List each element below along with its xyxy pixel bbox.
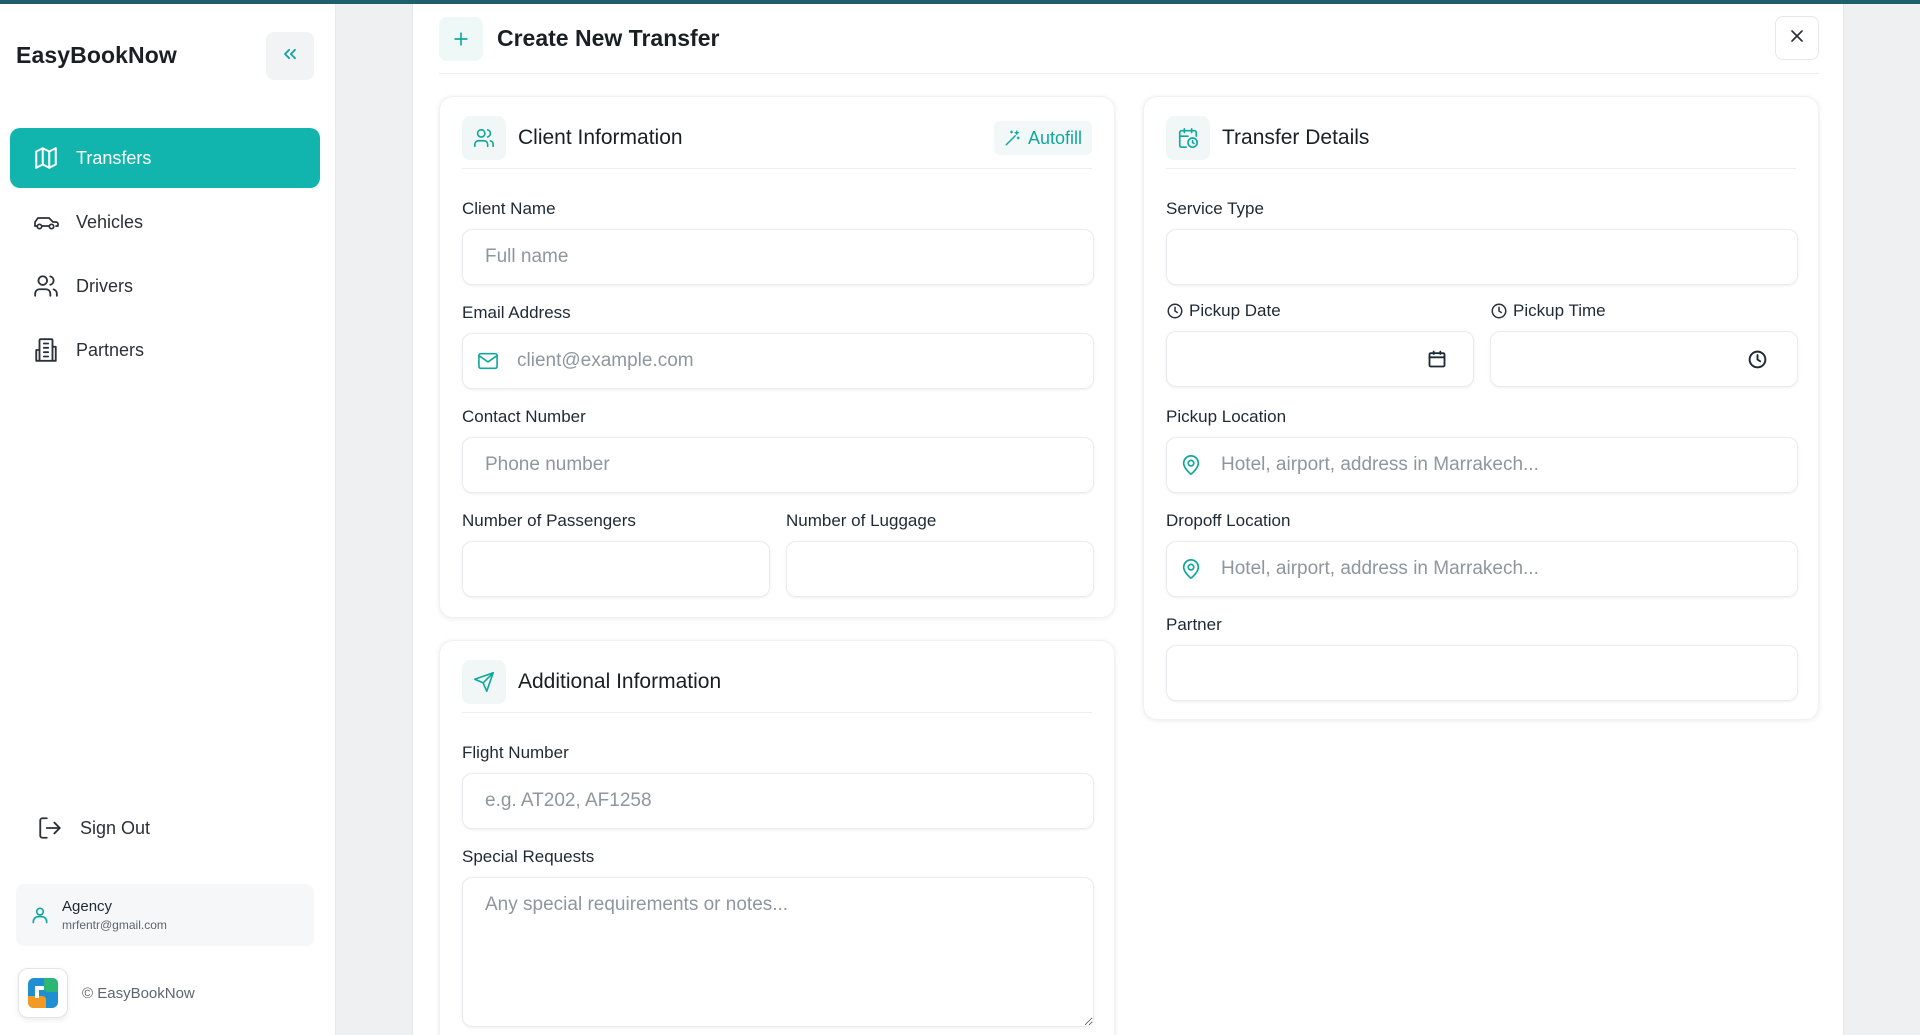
sidebar-item-label: Drivers xyxy=(76,275,133,296)
close-icon xyxy=(1787,26,1807,51)
users-icon xyxy=(462,115,506,160)
map-icon xyxy=(32,144,60,172)
partner-label: Partner xyxy=(1166,615,1222,634)
service-type-label: Service Type xyxy=(1166,199,1264,218)
special-requests-label: Special Requests xyxy=(462,847,595,866)
mail-icon xyxy=(477,351,499,371)
email-label: Email Address xyxy=(462,303,571,322)
map-pin-icon xyxy=(1180,453,1202,477)
modal-title: Create New Transfer xyxy=(497,25,720,51)
card-title: Transfer Details xyxy=(1222,125,1370,149)
additional-information-card: Additional Information Flight Number Spe… xyxy=(439,640,1115,1035)
sign-out-button[interactable]: Sign Out xyxy=(36,814,150,842)
passengers-label: Number of Passengers xyxy=(462,511,636,530)
sidebar-footer: © EasyBookNow xyxy=(18,968,195,1018)
client-information-card: Client Information Autofill Client Name … xyxy=(439,96,1115,618)
card-header: Client Information Autofill xyxy=(462,115,1092,169)
brand-name: EasyBookNow xyxy=(16,42,177,68)
service-type-select[interactable] xyxy=(1166,229,1798,285)
pickup-date-label: Pickup Date xyxy=(1166,301,1281,321)
transfer-details-card: Transfer Details Service Type Pickup Dat… xyxy=(1143,96,1819,720)
passengers-input[interactable] xyxy=(462,541,770,597)
sidebar: EasyBookNow Transfers Vehicles Drivers P… xyxy=(0,4,336,1035)
card-header: Transfer Details xyxy=(1166,115,1796,169)
luggage-input[interactable] xyxy=(786,541,1094,597)
sidebar-nav: Transfers Vehicles Drivers Partners xyxy=(10,128,320,384)
luggage-label: Number of Luggage xyxy=(786,511,937,530)
autofill-label: Autofill xyxy=(1027,127,1082,148)
pickup-time-label-text: Pickup Time xyxy=(1513,301,1606,320)
calendar-clock-icon xyxy=(1166,115,1210,160)
contact-number-input[interactable] xyxy=(462,437,1094,493)
building-icon xyxy=(32,336,60,364)
pickup-date-label-text: Pickup Date xyxy=(1189,301,1281,320)
clock-icon xyxy=(1166,302,1184,320)
plus-icon xyxy=(439,16,483,61)
copyright-text: © EasyBookNow xyxy=(82,984,195,1002)
card-title: Client Information xyxy=(518,125,683,149)
sidebar-item-transfers[interactable]: Transfers xyxy=(10,128,320,188)
special-requests-textarea[interactable] xyxy=(462,877,1094,1027)
pickup-time-label: Pickup Time xyxy=(1490,301,1606,321)
card-title: Additional Information xyxy=(518,669,722,693)
dropoff-location-input[interactable] xyxy=(1166,541,1798,597)
card-header: Additional Information xyxy=(462,659,1092,713)
modal-header: Create New Transfer xyxy=(439,4,1819,74)
email-input[interactable] xyxy=(462,333,1094,389)
sign-out-label: Sign Out xyxy=(80,817,151,838)
magic-wand-icon xyxy=(1004,129,1022,147)
user-email: mrfentr@gmail.com xyxy=(62,918,167,932)
user-card[interactable]: Agency mrfentr@gmail.com xyxy=(16,884,314,946)
user-role: Agency xyxy=(62,898,113,915)
partner-select[interactable] xyxy=(1166,645,1798,701)
chevrons-left-icon xyxy=(280,44,300,69)
contact-number-label: Contact Number xyxy=(462,407,586,426)
user-icon xyxy=(28,903,52,927)
calendar-icon[interactable] xyxy=(1427,349,1447,369)
collapse-sidebar-button[interactable] xyxy=(266,32,314,80)
pickup-location-label: Pickup Location xyxy=(1166,407,1287,426)
sidebar-item-vehicles[interactable]: Vehicles xyxy=(10,192,320,252)
sidebar-item-label: Partners xyxy=(76,339,145,360)
car-icon xyxy=(32,208,60,236)
sidebar-item-drivers[interactable]: Drivers xyxy=(10,256,320,316)
app-logo xyxy=(18,968,68,1018)
map-pin-icon xyxy=(1180,557,1202,581)
clock-icon xyxy=(1490,302,1508,320)
client-name-input[interactable] xyxy=(462,229,1094,285)
dropoff-location-label: Dropoff Location xyxy=(1166,511,1291,530)
sidebar-item-partners[interactable]: Partners xyxy=(10,320,320,380)
log-out-icon xyxy=(36,814,64,842)
pickup-location-input[interactable] xyxy=(1166,437,1798,493)
flight-number-input[interactable] xyxy=(462,773,1094,829)
close-modal-button[interactable] xyxy=(1775,16,1819,60)
create-transfer-modal: Create New Transfer Client Information A… xyxy=(412,4,1844,1035)
clock-icon[interactable] xyxy=(1747,349,1768,370)
sidebar-item-label: Vehicles xyxy=(76,211,144,232)
client-name-label: Client Name xyxy=(462,199,556,218)
autofill-button[interactable]: Autofill xyxy=(993,121,1092,155)
send-icon xyxy=(462,659,506,704)
users-icon xyxy=(32,272,60,300)
flight-number-label: Flight Number xyxy=(462,743,569,762)
sidebar-item-label: Transfers xyxy=(76,147,152,168)
